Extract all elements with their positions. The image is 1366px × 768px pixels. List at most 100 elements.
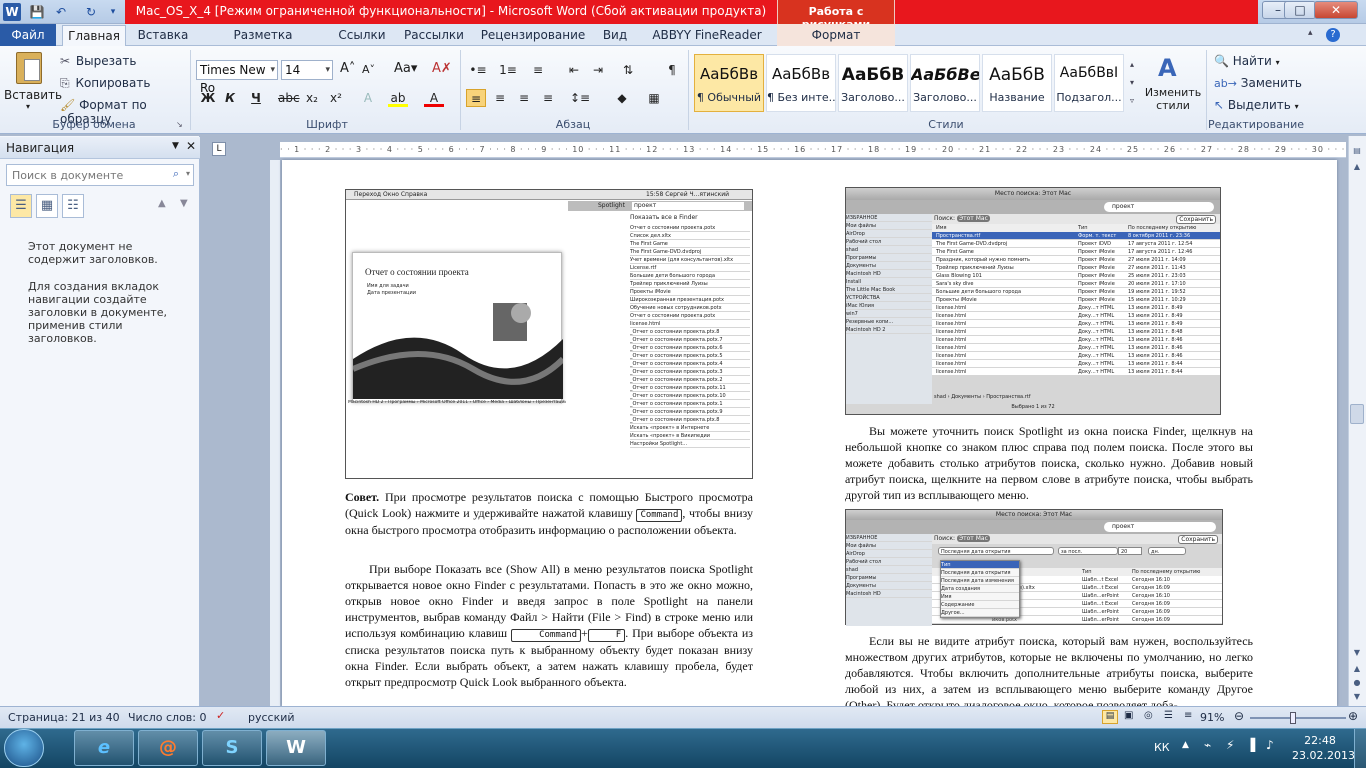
finder-sidebar-item[interactable]: iMac Юлия [846, 302, 932, 310]
prev-page-icon[interactable]: ▲ [1350, 662, 1364, 676]
spotlight-result-item[interactable]: license.html [630, 320, 750, 328]
spotlight-result-item[interactable]: _Отчет о состоянии проекта.potx.4 [630, 360, 750, 368]
view-print-layout-icon[interactable]: ▤ [1102, 710, 1118, 724]
align-left-icon[interactable]: ≡ [466, 89, 486, 107]
finder-sidebar-item[interactable]: Резервные копи... [846, 318, 932, 326]
spotlight-result-item[interactable]: Отчет о состоянии проекта.potx [630, 224, 750, 232]
finder-result-row[interactable]: license.html Доку...т HTML 13 июля 2011 г.… [932, 320, 1220, 328]
finder-sidebar-item[interactable]: Документы [846, 262, 932, 270]
page-count[interactable]: Страница: 21 из 40 [8, 711, 120, 724]
superscript-icon[interactable]: x² [326, 89, 346, 107]
tray-volume-icon[interactable]: ♪ [1266, 738, 1274, 752]
spotlight-result-item[interactable]: Список дел.xltx [630, 232, 750, 240]
spotlight-result-item[interactable]: _Отчет о состоянии проекта.potx.9 [630, 408, 750, 416]
finder-result-row[interactable]: The First Game Проект iMovie 17 августа 20… [932, 248, 1220, 256]
spotlight-result-item[interactable]: Большие дети большого города [630, 272, 750, 280]
nav-tab-headings[interactable]: ☰ [10, 194, 32, 218]
tray-power-icon[interactable]: ⚡ [1226, 738, 1234, 752]
finder-result-row[interactable]: Glass Blowing 101 Проект iMovie 25 июля 20… [932, 272, 1220, 280]
finder-sidebar-item[interactable]: УСТРОЙСТВА [846, 294, 932, 302]
finder-sidebar-item[interactable]: AirDrop [846, 550, 932, 558]
tab-review[interactable]: Рецензирование [478, 24, 588, 46]
finder-sidebar-item[interactable]: Мои файлы [846, 222, 932, 230]
finder-result-row[interactable]: license.html Доку...т HTML 13 июля 2011 г.… [932, 344, 1220, 352]
spotlight-result-item[interactable]: _Отчет о состоянии проекта.ptx.8 [630, 328, 750, 336]
spotlight-result-item[interactable]: _Отчет о состоянии проекта.potx.6 [630, 344, 750, 352]
finder-sidebar-item[interactable]: Мои файлы [846, 542, 932, 550]
spotlight-screenshot[interactable]: Переход Окно Справка 15:58 Сергей Ч...яти… [345, 189, 753, 479]
finder-sidebar-item[interactable]: shad [846, 246, 932, 254]
show-desktop-button[interactable] [1354, 729, 1366, 768]
language[interactable]: русский [248, 711, 295, 724]
attribute-menu-item[interactable]: Дата создания [941, 585, 1019, 593]
attribute-menu-item[interactable]: Другое... [941, 609, 1019, 617]
cut-button[interactable]: ✂ Вырезать [60, 54, 160, 72]
finder-result-row[interactable]: Sara's sky dive Проект iMovie 20 июля 2011… [932, 280, 1220, 288]
underline-icon[interactable]: Ч [246, 89, 266, 107]
attribute-menu-item[interactable]: Последняя дата изменения [941, 577, 1019, 585]
line-spacing-icon[interactable]: ↕≡ [570, 89, 590, 107]
zoom-thumb[interactable] [1290, 712, 1296, 724]
zoom-slider[interactable] [1250, 712, 1346, 724]
text-effects-icon[interactable]: A [358, 89, 378, 107]
ruler-toggle-icon[interactable]: ▤ [1350, 144, 1364, 158]
redo-icon[interactable]: ↻ [82, 3, 100, 21]
vertical-ruler[interactable] [270, 160, 280, 706]
maximize-button[interactable]: □ [1284, 1, 1316, 19]
find-button[interactable]: 🔍 Найти ▾ [1214, 54, 1314, 72]
finder-sidebar-item[interactable]: Программы [846, 254, 932, 262]
attribute-menu-item[interactable]: Содержание [941, 601, 1019, 609]
view-web-icon[interactable]: ◎ [1144, 710, 1153, 721]
finder-sidebar-item[interactable]: Install [846, 278, 932, 286]
spotlight-result-item[interactable]: License.rtf [630, 264, 750, 272]
zoom-out-icon[interactable]: ⊖ [1234, 709, 1244, 723]
spotlight-result-item[interactable]: _Отчет о состоянии проекта.potx.11 [630, 384, 750, 392]
bullets-icon[interactable]: •≡ [468, 61, 488, 79]
finder-sidebar-item[interactable]: Macintosh HD 2 [846, 326, 932, 334]
bold-icon[interactable]: Ж [198, 89, 218, 107]
spotlight-result-item[interactable]: _Отчет о состоянии проекта.ptx.8 [630, 416, 750, 424]
scroll-down-icon[interactable]: ▼ [1350, 646, 1364, 660]
pilcrow-icon[interactable]: ¶ [662, 61, 682, 79]
spotlight-result-item[interactable]: Настройки Spotlight... [630, 440, 750, 448]
finder-result-row[interactable]: license.html Доку...т HTML 13 июля 2011 г.… [932, 328, 1220, 336]
finder-sidebar-item[interactable]: Macintosh HD [846, 270, 932, 278]
start-button-icon[interactable] [4, 729, 44, 767]
proofing-icon[interactable]: ✓ [216, 709, 225, 722]
spotlight-result-item[interactable]: _Отчет о состоянии проекта.potx.3 [630, 368, 750, 376]
word-app-icon[interactable]: W [3, 3, 21, 21]
tab-references[interactable]: Ссылки [334, 24, 390, 46]
attribute-menu-item[interactable]: Последняя дата открытия [941, 569, 1019, 577]
font-color-icon[interactable]: A [424, 89, 444, 107]
finder-result-row[interactable]: license.html Доку...т HTML 13 июля 2011 г.… [932, 368, 1220, 376]
replace-button[interactable]: ab→ Заменить [1214, 76, 1314, 94]
finder-sidebar-item[interactable]: Рабочий стол [846, 558, 932, 566]
decrease-indent-icon[interactable]: ⇤ [564, 61, 584, 79]
nav-prev-icon[interactable]: ▲ [158, 198, 166, 209]
change-case-icon[interactable]: Aa▾ [394, 61, 417, 76]
spotlight-result-item[interactable]: Искать «проект» в Википедии [630, 432, 750, 440]
help-icon[interactable]: ? [1326, 28, 1340, 42]
select-button[interactable]: ↖ Выделить ▾ [1214, 98, 1314, 116]
style-heading1[interactable]: АаБбВ Заголово... [838, 54, 908, 112]
tab-file[interactable]: Файл [0, 24, 56, 46]
tray-clock[interactable]: 22:48 23.02.2013 [1292, 733, 1355, 763]
input-language[interactable]: КК [1154, 741, 1170, 754]
tab-abbyy[interactable]: ABBYY FineReader 11 [646, 24, 768, 64]
scroll-up-icon[interactable]: ▲ [1350, 160, 1364, 174]
finder-result-row[interactable]: license.html Доку...т HTML 13 июля 2011 г.… [932, 312, 1220, 320]
finder-search-screenshot[interactable]: Место поиска: Этот Mac проект ИЗБРАННОЕ М… [845, 187, 1221, 415]
nav-tab-results[interactable]: ☷ [62, 194, 84, 218]
finder-result-row[interactable]: The First Game-DVD.dvdproj Проект iDVD 17 … [932, 240, 1220, 248]
view-fullscreen-icon[interactable]: ▣ [1124, 710, 1133, 721]
copy-button[interactable]: ⎘ Копировать [60, 76, 160, 94]
browse-object-icon[interactable]: ● [1350, 676, 1364, 690]
attribute-menu-item[interactable]: Имя [941, 593, 1019, 601]
style-title[interactable]: АаБбВ Название [982, 54, 1052, 112]
style-subtitle[interactable]: АаБбВвІ Подзагол... [1054, 54, 1124, 112]
finder-sidebar-item[interactable]: The Little Mac Book [846, 286, 932, 294]
spotlight-result-item[interactable]: The First Game-DVD.dvdproj [630, 248, 750, 256]
attribute-menu-item[interactable]: Тип [941, 561, 1019, 569]
align-right-icon[interactable]: ≡ [514, 89, 534, 107]
spotlight-result-item[interactable]: The First Game [630, 240, 750, 248]
